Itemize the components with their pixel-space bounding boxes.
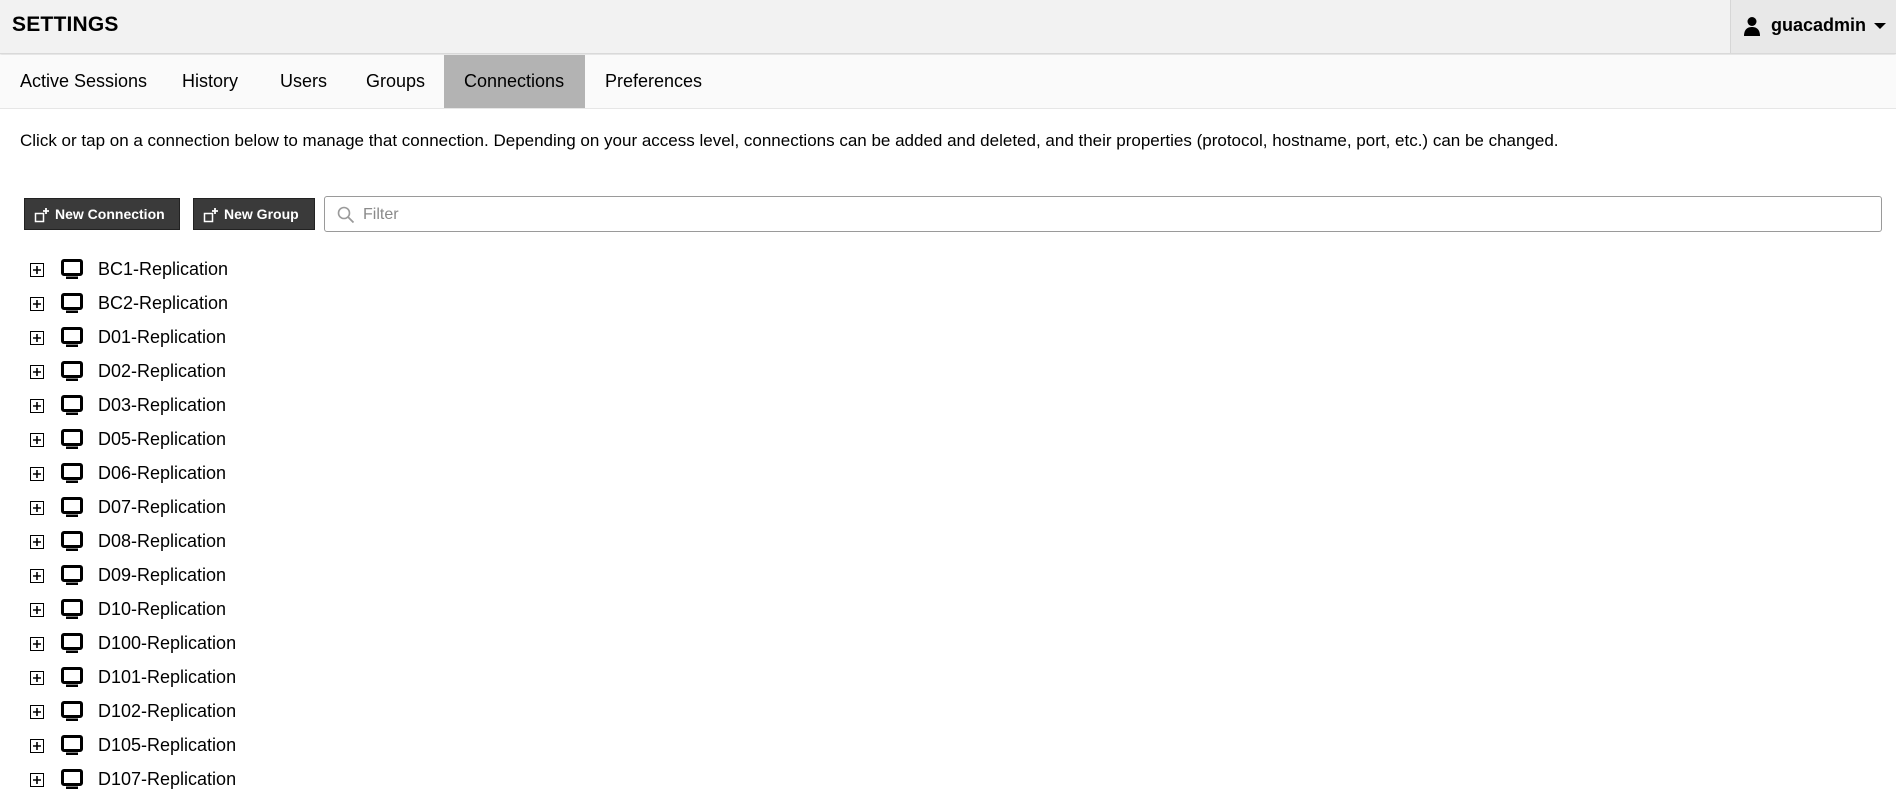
monitor-icon [61, 769, 83, 789]
connection-row[interactable]: D03-Replication [0, 393, 1896, 427]
expand-plus-icon[interactable] [30, 637, 44, 651]
monitor-icon [61, 531, 83, 551]
connection-name[interactable]: D05-Replication [98, 429, 226, 450]
expand-plus-icon[interactable] [30, 773, 44, 787]
monitor-icon [61, 599, 83, 619]
connection-name[interactable]: D107-Replication [98, 769, 236, 790]
connection-list: BC1-Replication BC2-Replication D01-Replic… [0, 257, 1896, 801]
tab-preferences[interactable]: Preferences [585, 55, 722, 108]
tab-connections[interactable]: Connections [444, 55, 585, 108]
connection-row[interactable]: D02-Replication [0, 359, 1896, 393]
connection-name[interactable]: BC2-Replication [98, 293, 228, 314]
expand-plus-icon[interactable] [30, 263, 44, 277]
expand-plus-icon[interactable] [30, 433, 44, 447]
monitor-icon [61, 565, 83, 585]
connection-row[interactable]: D06-Replication [0, 461, 1896, 495]
connection-name[interactable]: D100-Replication [98, 633, 236, 654]
tab-users[interactable]: Users [260, 55, 347, 108]
monitor-icon [61, 497, 83, 517]
connection-name[interactable]: D08-Replication [98, 531, 226, 552]
connection-name[interactable]: D10-Replication [98, 599, 226, 620]
monitor-icon [61, 395, 83, 415]
monitor-icon [61, 735, 83, 755]
monitor-icon [61, 327, 83, 347]
monitor-icon [61, 293, 83, 313]
settings-tabs: Active Sessions History Users Groups Con… [0, 55, 1896, 109]
expand-plus-icon[interactable] [30, 399, 44, 413]
monitor-icon [61, 429, 83, 449]
new-group-label: New Group [224, 206, 299, 222]
new-group-button[interactable]: New Group [193, 198, 315, 230]
monitor-icon [61, 701, 83, 721]
monitor-icon [61, 259, 83, 279]
connection-row[interactable]: D01-Replication [0, 325, 1896, 359]
new-connection-button[interactable]: New Connection [24, 198, 180, 230]
connection-name[interactable]: D02-Replication [98, 361, 226, 382]
connection-row[interactable]: D102-Replication [0, 699, 1896, 733]
connection-name[interactable]: D101-Replication [98, 667, 236, 688]
connection-name[interactable]: D06-Replication [98, 463, 226, 484]
connection-name[interactable]: BC1-Replication [98, 259, 228, 280]
connection-name[interactable]: D09-Replication [98, 565, 226, 586]
tab-active-sessions[interactable]: Active Sessions [0, 55, 167, 108]
filter-field[interactable] [324, 196, 1882, 232]
connection-name[interactable]: D105-Replication [98, 735, 236, 756]
connection-row[interactable]: D10-Replication [0, 597, 1896, 631]
connection-name[interactable]: D07-Replication [98, 497, 226, 518]
expand-plus-icon[interactable] [30, 739, 44, 753]
expand-plus-icon[interactable] [30, 467, 44, 481]
connection-row[interactable]: D100-Replication [0, 631, 1896, 665]
connection-name[interactable]: D102-Replication [98, 701, 236, 722]
connection-row[interactable]: D101-Replication [0, 665, 1896, 699]
connection-row[interactable]: BC2-Replication [0, 291, 1896, 325]
expand-plus-icon[interactable] [30, 501, 44, 515]
chevron-down-icon [1874, 23, 1886, 29]
add-connection-icon [34, 208, 49, 223]
expand-plus-icon[interactable] [30, 569, 44, 583]
connection-row[interactable]: D107-Replication [0, 767, 1896, 801]
username-label: guacadmin [1771, 15, 1867, 35]
filter-input[interactable] [361, 201, 1865, 229]
connection-row[interactable]: D09-Replication [0, 563, 1896, 597]
connection-row[interactable]: D05-Replication [0, 427, 1896, 461]
search-icon [337, 206, 355, 224]
monitor-icon [61, 667, 83, 687]
monitor-icon [61, 463, 83, 483]
expand-plus-icon[interactable] [30, 331, 44, 345]
tab-groups[interactable]: Groups [346, 55, 445, 108]
connection-name[interactable]: D01-Replication [98, 327, 226, 348]
header-bar: SETTINGS guacadmin [0, 0, 1896, 54]
connections-description: Click or tap on a connection below to ma… [20, 131, 1559, 150]
expand-plus-icon[interactable] [30, 705, 44, 719]
expand-plus-icon[interactable] [30, 671, 44, 685]
expand-plus-icon[interactable] [30, 603, 44, 617]
connection-name[interactable]: D03-Replication [98, 395, 226, 416]
connection-row[interactable]: D105-Replication [0, 733, 1896, 767]
page-title: SETTINGS [12, 13, 119, 36]
add-group-icon [203, 208, 218, 223]
connection-row[interactable]: D07-Replication [0, 495, 1896, 529]
expand-plus-icon[interactable] [30, 365, 44, 379]
connection-row[interactable]: BC1-Replication [0, 257, 1896, 291]
monitor-icon [61, 633, 83, 653]
connection-row[interactable]: D08-Replication [0, 529, 1896, 563]
expand-plus-icon[interactable] [30, 297, 44, 311]
tab-history[interactable]: History [162, 55, 258, 108]
user-menu[interactable]: guacadmin [1730, 0, 1896, 53]
monitor-icon [61, 361, 83, 381]
new-connection-label: New Connection [55, 206, 165, 222]
user-icon [1744, 17, 1760, 36]
expand-plus-icon[interactable] [30, 535, 44, 549]
